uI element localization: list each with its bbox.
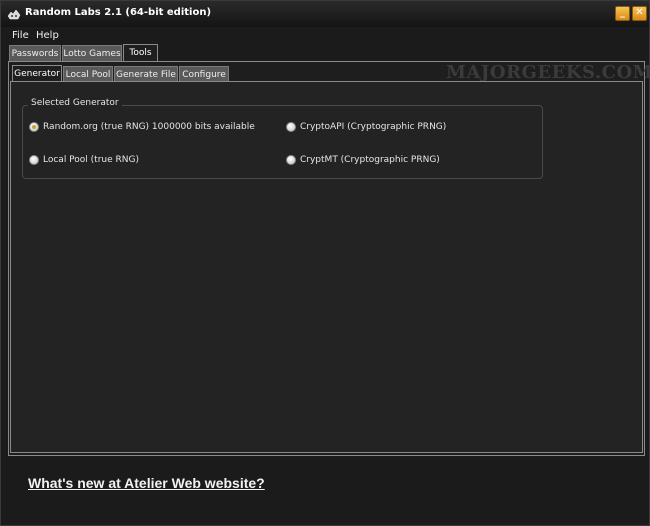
close-button[interactable]: ✕ xyxy=(632,6,647,21)
app-logo-icon xyxy=(7,9,21,20)
radio-label-local-pool[interactable]: Local Pool (true RNG) xyxy=(43,155,139,165)
radio-label-cryptoapi[interactable]: CryptoAPI (Cryptographic PRNG) xyxy=(300,122,446,132)
menu-file[interactable]: File xyxy=(12,30,29,41)
watermark: MAJORGEEKS.COM xyxy=(446,62,650,83)
menu-help[interactable]: Help xyxy=(36,30,59,41)
selected-generator-group xyxy=(22,105,543,179)
whats-new-link[interactable]: What's new at Atelier Web website? xyxy=(28,475,265,491)
tab-passwords[interactable]: Passwords xyxy=(9,45,61,61)
tab-local-pool[interactable]: Local Pool xyxy=(63,66,113,82)
tab-configure[interactable]: Configure xyxy=(179,66,229,82)
radio-label-random-org[interactable]: Random.org (true RNG) 1000000 bits avail… xyxy=(43,122,255,132)
group-label: Selected Generator xyxy=(28,98,122,108)
window-title: Random Labs 2.1 (64-bit edition) xyxy=(25,7,212,18)
minimize-button[interactable]: _ xyxy=(615,6,630,21)
radio-cryptmt[interactable] xyxy=(286,155,296,165)
radio-label-cryptmt[interactable]: CryptMT (Cryptographic PRNG) xyxy=(300,155,440,165)
radio-cryptoapi[interactable] xyxy=(286,122,296,132)
title-bar[interactable]: Random Labs 2.1 (64-bit edition) _ ✕ xyxy=(1,1,649,27)
menu-bar: File Help xyxy=(1,27,649,45)
tab-tools[interactable]: Tools xyxy=(123,44,158,61)
tab-lotto-games[interactable]: Lotto Games xyxy=(62,45,122,61)
tab-generate-file[interactable]: Generate File xyxy=(114,66,178,82)
radio-random-org[interactable] xyxy=(29,122,39,132)
radio-local-pool[interactable] xyxy=(29,155,39,165)
tab-generator[interactable]: Generator xyxy=(12,65,62,82)
